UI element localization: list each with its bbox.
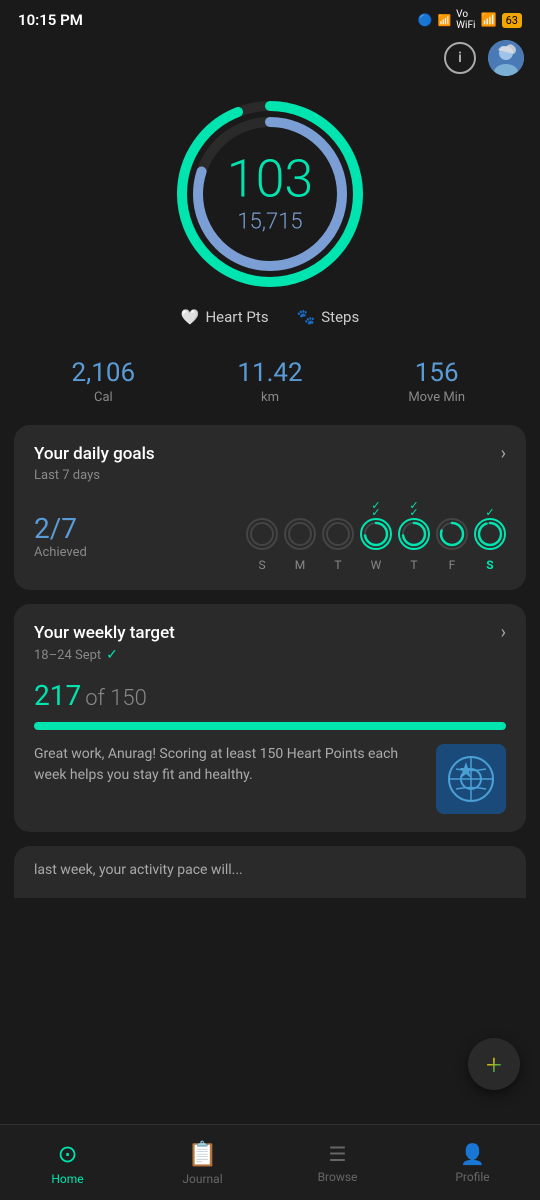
weekly-bottom: Great work, Anurag! Scoring at least 150… [34,744,506,814]
steps-icon: 🐾 [297,308,316,326]
daily-goals-title: Your daily goals [34,444,155,464]
wifi-icon: 📶 [480,13,496,28]
fab-button[interactable]: + [468,1038,520,1090]
browse-icon: ☰ [329,1142,347,1166]
day-label-t1: T [322,558,354,572]
home-icon: ⊙ [57,1140,77,1168]
km-value: 11.42 [187,358,354,388]
avatar-image [488,40,524,76]
fab-plus-icon: + [486,1048,502,1081]
ring-container: 103 15,715 [170,94,370,294]
weekly-target-of: of [85,686,110,711]
ring-center: 103 15,715 [227,154,314,235]
who-logo [436,744,506,814]
heart-icon: 🤍 [181,308,200,326]
day-circle-s2 [474,518,506,550]
nav-home-label: Home [51,1172,83,1186]
day-label-s2: S [474,558,506,572]
app-header: i [0,36,540,84]
bluetooth-icon: 🔵 [418,13,433,27]
day-circle-t1 [322,518,354,550]
cal-value: 2,106 [20,358,187,388]
avatar[interactable] [488,40,524,76]
ring-steps: 15,715 [227,210,314,235]
info-button[interactable]: i [444,42,476,74]
daily-goals-header: Your daily goals › [34,443,506,464]
battery-icon: 63 [502,13,522,28]
daily-goals-card: Your daily goals › Last 7 days 2/7 Achie… [14,425,526,590]
nav-home[interactable]: ⊙ Home [0,1140,135,1186]
stat-km: 11.42 km [187,358,354,405]
who-logo-svg [446,754,496,804]
day-label-w: W [360,558,392,572]
weekly-progress-fill [34,722,506,730]
day-labels: S M T W T F S [246,558,506,572]
daily-goals-chevron[interactable]: › [501,443,506,464]
vo-wifi-label: VoWiFi [456,9,475,31]
status-time: 10:15 PM [18,11,83,29]
day-label-s1: S [246,558,278,572]
weekly-progress-bg [34,722,506,730]
date-badge: 18–24 Sept ✓ [34,647,506,663]
ring-legend: 🤍 Heart Pts 🐾 Steps [181,308,359,326]
move-min-value: 156 [353,358,520,388]
weekly-description: Great work, Anurag! Scoring at least 150… [34,744,436,786]
day-label-m: M [284,558,316,572]
circles-row [246,518,506,550]
signal-icon: 📶 [437,14,451,27]
goals-content: 2/7 Achieved ✓ ✓ [34,499,506,572]
weekly-date-range: 18–24 Sept ✓ [34,647,506,663]
bottom-teaser: last week, your activity pace will... [14,846,526,898]
cal-label: Cal [20,390,187,405]
status-bar: 10:15 PM 🔵 📶 VoWiFi 📶 63 [0,0,540,36]
weekly-target-title: Your weekly target [34,623,175,643]
nav-profile[interactable]: 👤 Profile [405,1142,540,1184]
nav-journal-label: Journal [182,1172,222,1186]
nav-journal[interactable]: 📋 Journal [135,1140,270,1186]
legend-heart-pts: 🤍 Heart Pts [181,308,269,326]
journal-icon: 📋 [188,1140,218,1168]
date-check-icon: ✓ [106,647,118,663]
achieved-label: Achieved [34,545,87,560]
achieved-text: 2/7 Achieved [34,512,87,560]
status-icons: 🔵 📶 VoWiFi 📶 63 [418,9,522,31]
weekly-target-header: Your weekly target › [34,622,506,643]
day-circle-m [284,518,316,550]
daily-goals-subtitle: Last 7 days [34,468,506,483]
weekly-target-card: Your weekly target › 18–24 Sept ✓ 217 of… [14,604,526,832]
ring-heart-pts: 103 [227,154,314,206]
achieved-fraction: 2/7 [34,512,87,545]
nav-profile-label: Profile [455,1170,489,1184]
day-circle-w [360,518,392,550]
day-label-f: F [436,558,468,572]
weekly-achieved-value: 217 [34,679,81,712]
legend-steps: 🐾 Steps [297,308,360,326]
day-label-t2: T [398,558,430,572]
stat-cal: 2,106 Cal [20,358,187,405]
weekly-target-chevron[interactable]: › [501,622,506,643]
move-min-label: Move Min [353,390,520,405]
stats-row: 2,106 Cal 11.42 km 156 Move Min [0,342,540,425]
nav-browse-label: Browse [318,1170,358,1184]
stat-move-min: 156 Move Min [353,358,520,405]
day-circle-s1 [246,518,278,550]
km-label: km [187,390,354,405]
weekly-value: 217 of 150 [34,679,506,712]
day-circle-t2 [398,518,430,550]
nav-browse[interactable]: ☰ Browse [270,1142,405,1184]
day-circle-f [436,518,468,550]
bottom-nav: ⊙ Home 📋 Journal ☰ Browse 👤 Profile [0,1124,540,1200]
weekly-target-value: 150 [110,686,147,711]
profile-icon: 👤 [460,1142,485,1166]
days-circles: ✓ ✓ [246,499,506,572]
ring-section: 103 15,715 🤍 Heart Pts 🐾 Steps [0,84,540,342]
teaser-text: last week, your activity pace will... [34,862,506,878]
